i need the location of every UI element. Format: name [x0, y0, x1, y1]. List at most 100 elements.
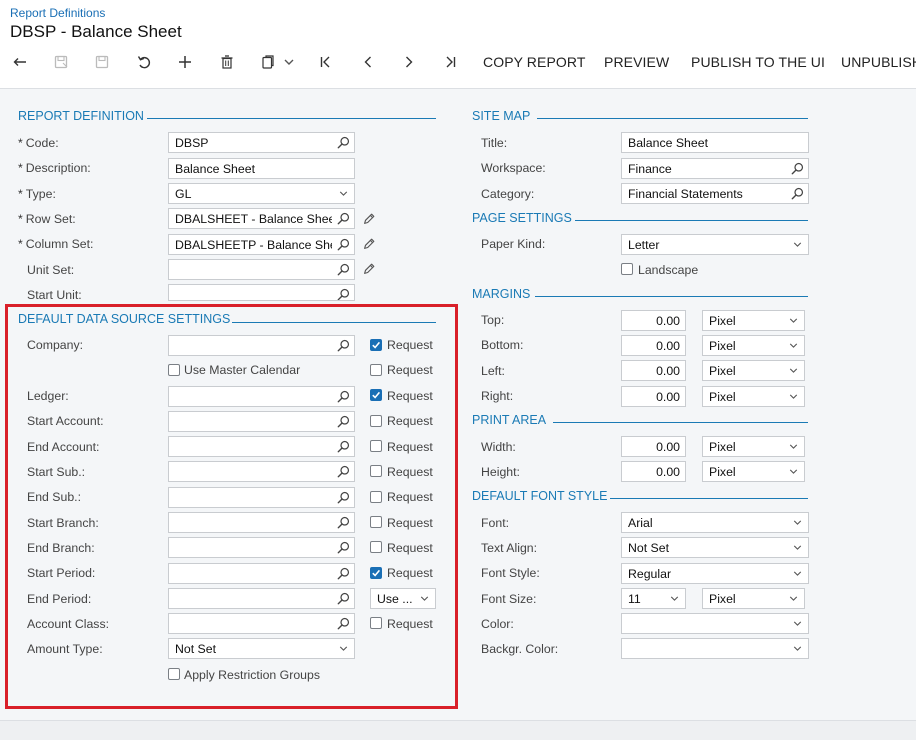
category-label: Category:	[481, 187, 535, 201]
column-set-field[interactable]: DBALSHEETP - Balance She	[168, 234, 355, 255]
page-title: DBSP - Balance Sheet	[10, 22, 182, 41]
breadcrumb[interactable]: Report Definitions	[10, 6, 105, 20]
start-unit-field[interactable]	[168, 284, 355, 301]
font-size-unit-select[interactable]: Pixel	[702, 588, 805, 609]
margin-bottom-field[interactable]: 0.00	[621, 335, 686, 356]
first-record-icon[interactable]	[316, 52, 336, 72]
margin-left-label: Left:	[481, 364, 505, 378]
unit-set-label: Unit Set:	[27, 263, 75, 277]
add-icon[interactable]	[175, 52, 195, 72]
toolbar: COPY REPORT PREVIEW PUBLISH TO THE UI UN…	[0, 50, 916, 76]
chevron-down-icon[interactable]	[668, 592, 681, 605]
undo-icon[interactable]	[134, 52, 154, 72]
search-icon[interactable]	[337, 212, 350, 225]
section-divider	[535, 296, 808, 297]
chevron-down-icon[interactable]	[791, 617, 804, 630]
search-icon[interactable]	[337, 136, 350, 149]
color-select[interactable]	[621, 613, 809, 634]
save-close-icon[interactable]	[92, 52, 112, 72]
text-align-select[interactable]: Not Set	[621, 537, 809, 558]
margin-left-unit-select[interactable]: Pixel	[702, 360, 805, 381]
backgr-color-select[interactable]	[621, 638, 809, 659]
copy-report-button[interactable]: COPY REPORT	[483, 54, 586, 70]
search-icon[interactable]	[337, 288, 350, 301]
landscape-checkbox[interactable]	[621, 263, 633, 275]
back-icon[interactable]	[10, 52, 30, 72]
print-height-field[interactable]: 0.00	[621, 461, 686, 482]
font-select[interactable]: Arial	[621, 512, 809, 533]
data-source-highlight	[5, 304, 458, 709]
chevron-down-icon[interactable]	[791, 567, 804, 580]
chevron-down-icon[interactable]	[787, 390, 800, 403]
edit-unit-set-icon[interactable]	[362, 262, 376, 276]
margin-right-field[interactable]: 0.00	[621, 386, 686, 407]
color-label: Color:	[481, 617, 514, 631]
chevron-down-icon[interactable]	[787, 592, 800, 605]
copy-paste-icon[interactable]	[258, 52, 278, 72]
row-set-label: * Row Set:	[18, 212, 76, 226]
section-divider	[575, 220, 808, 221]
unpublish-button[interactable]: UNPUBLISH	[841, 54, 916, 70]
margin-top-label: Top:	[481, 313, 505, 327]
category-field[interactable]: Financial Statements	[621, 183, 809, 204]
previous-icon[interactable]	[358, 52, 378, 72]
margins-heading: MARGINS	[472, 287, 531, 301]
row-set-field[interactable]: DBALSHEET - Balance Shee	[168, 208, 355, 229]
chevron-down-icon[interactable]	[791, 541, 804, 554]
type-label: * Type:	[18, 187, 56, 201]
text-align-label: Text Align:	[481, 541, 538, 555]
section-divider	[553, 422, 808, 423]
unit-set-field[interactable]	[168, 259, 355, 280]
page-header: Report Definitions DBSP - Balance Sheet …	[0, 0, 916, 90]
print-width-unit-select[interactable]: Pixel	[702, 436, 805, 457]
margin-top-unit-select[interactable]: Pixel	[702, 310, 805, 331]
delete-icon[interactable]	[217, 52, 237, 72]
edit-row-set-icon[interactable]	[362, 212, 376, 226]
paper-kind-label: Paper Kind:	[481, 237, 546, 251]
width-label: Width:	[481, 440, 516, 454]
font-label: Font:	[481, 516, 510, 530]
margin-left-field[interactable]: 0.00	[621, 360, 686, 381]
code-label: * Code:	[18, 136, 59, 150]
chevron-down-icon[interactable]	[787, 465, 800, 478]
code-field[interactable]: DBSP	[168, 132, 355, 153]
search-icon[interactable]	[791, 187, 804, 200]
description-field[interactable]: Balance Sheet	[168, 158, 355, 179]
type-select[interactable]: GL	[168, 183, 355, 204]
workspace-field[interactable]: Finance	[621, 158, 809, 179]
section-divider	[147, 118, 436, 119]
chevron-down-icon[interactable]	[791, 238, 804, 251]
edit-column-set-icon[interactable]	[362, 237, 376, 251]
section-divider	[537, 118, 808, 119]
publish-button[interactable]: PUBLISH TO THE UI	[691, 54, 825, 70]
save-icon[interactable]	[51, 52, 71, 72]
margin-top-field[interactable]: 0.00	[621, 310, 686, 331]
print-height-unit-select[interactable]: Pixel	[702, 461, 805, 482]
landscape-label: Landscape	[638, 263, 699, 277]
column-set-label: * Column Set:	[18, 237, 94, 251]
search-icon[interactable]	[791, 162, 804, 175]
search-icon[interactable]	[337, 263, 350, 276]
last-record-icon[interactable]	[440, 52, 460, 72]
font-size-select[interactable]: 11	[621, 588, 686, 609]
chevron-down-icon[interactable]	[787, 364, 800, 377]
chevron-down-icon[interactable]	[787, 440, 800, 453]
section-divider	[610, 498, 808, 499]
workspace-label: Workspace:	[481, 161, 546, 175]
margin-right-unit-select[interactable]: Pixel	[702, 386, 805, 407]
preview-button[interactable]: PREVIEW	[604, 54, 669, 70]
next-icon[interactable]	[399, 52, 419, 72]
print-width-field[interactable]: 0.00	[621, 436, 686, 457]
font-style-select[interactable]: Regular	[621, 563, 809, 584]
chevron-down-icon[interactable]	[280, 52, 298, 72]
print-area-heading: PRINT AREA	[472, 413, 547, 427]
search-icon[interactable]	[337, 238, 350, 251]
margin-bottom-unit-select[interactable]: Pixel	[702, 335, 805, 356]
chevron-down-icon[interactable]	[787, 339, 800, 352]
chevron-down-icon[interactable]	[791, 642, 804, 655]
chevron-down-icon[interactable]	[337, 187, 350, 200]
title-field[interactable]: Balance Sheet	[621, 132, 809, 153]
paper-kind-select[interactable]: Letter	[621, 234, 809, 255]
chevron-down-icon[interactable]	[787, 314, 800, 327]
chevron-down-icon[interactable]	[791, 516, 804, 529]
